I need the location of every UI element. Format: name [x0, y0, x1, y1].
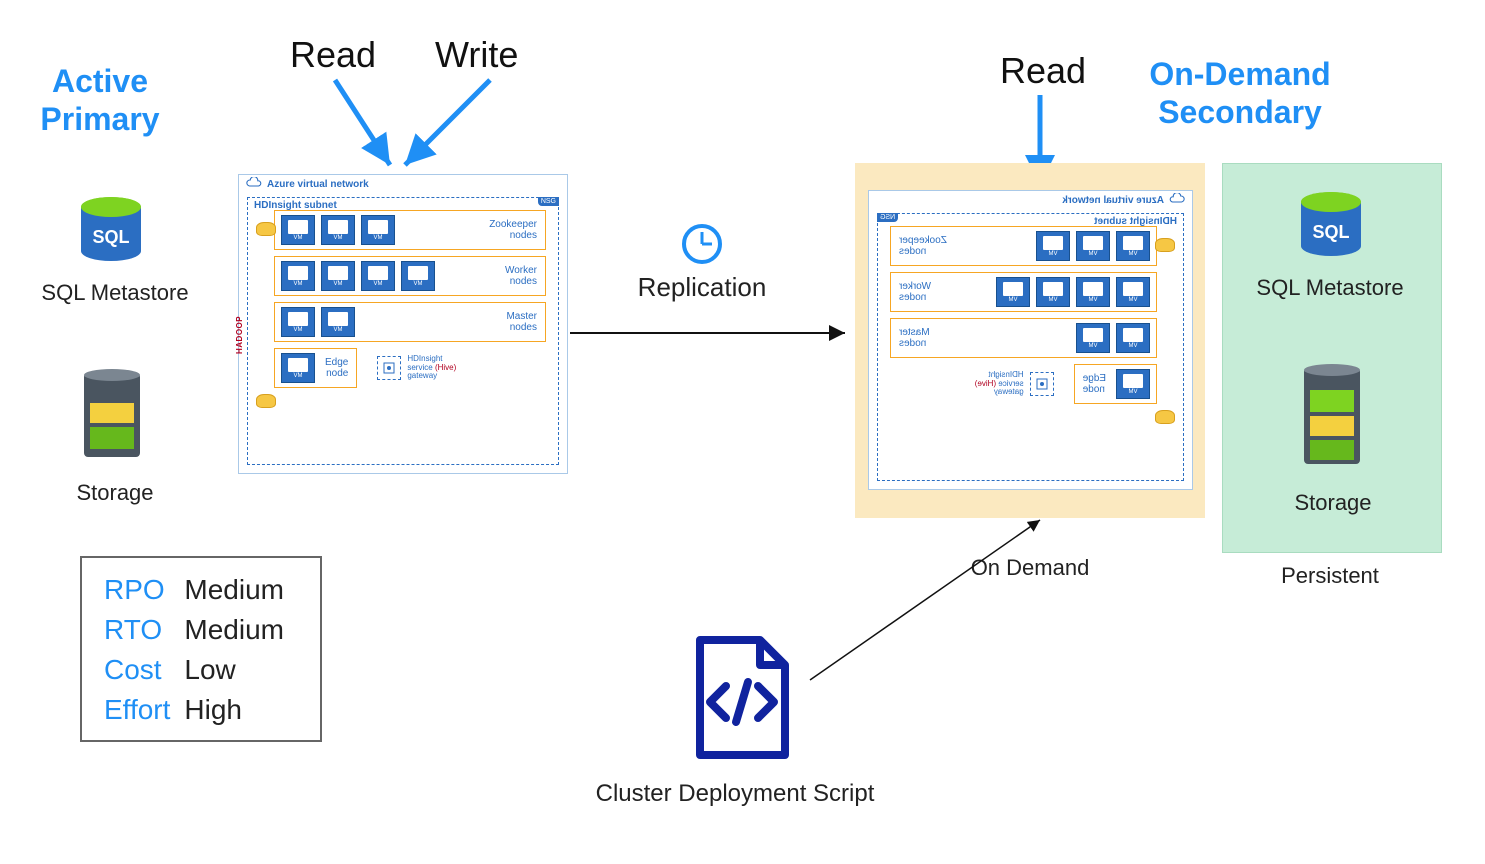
- storage-icon-right: [1298, 360, 1366, 475]
- master-row: VM VM Masternodes: [274, 302, 546, 342]
- cloud-icon: [245, 177, 263, 189]
- caption-storage-left: Storage: [70, 480, 160, 506]
- metrics-table: RPOMedium RTOMedium CostLow EffortHigh: [104, 570, 298, 730]
- hadoop-elephant-icon: [256, 394, 276, 408]
- metrics-box: RPOMedium RTOMedium CostLow EffortHigh: [80, 556, 322, 742]
- caption-storage-right: Storage: [1288, 490, 1378, 516]
- metric-key-cost: Cost: [104, 650, 184, 690]
- caption-cluster-script: Cluster Deployment Script: [575, 780, 895, 808]
- master-row: VM VM Masternodes: [890, 318, 1157, 358]
- sql-text: SQL: [92, 227, 129, 247]
- subnet-box: HDInsight subnet NSG VM VM VM Zookeepern…: [877, 213, 1184, 481]
- hadoop-elephant-icon: [1155, 410, 1175, 424]
- nsg-badge: NSG: [877, 213, 898, 222]
- caption-sql-right: SQL Metastore: [1255, 275, 1405, 301]
- metric-val-cost: Low: [184, 650, 298, 690]
- storage-icon-left: [78, 365, 146, 470]
- hadoop-label: HADOOP: [235, 316, 244, 354]
- arrow-replication: [565, 318, 855, 348]
- hadoop-elephant-icon: [256, 222, 276, 236]
- gateway: HDInsight service (Hive) gateway: [377, 355, 456, 381]
- worker-row: VM VM VM VM Workernodes: [890, 272, 1157, 312]
- subnet-label: HDInsight subnet: [1094, 216, 1177, 227]
- sql-database-icon-right: SQL: [1295, 190, 1367, 273]
- metric-key-effort: Effort: [104, 690, 184, 730]
- title-active-primary: ActivePrimary: [30, 62, 170, 139]
- edge-group: VM Edgenode: [274, 348, 357, 388]
- metric-val-rto: Medium: [184, 610, 298, 650]
- cloud-icon: [1168, 193, 1186, 205]
- metric-key-rto: RTO: [104, 610, 184, 650]
- svg-text:SQL: SQL: [1312, 222, 1349, 242]
- metric-val-effort: High: [184, 690, 298, 730]
- gateway: HDInsight service (Hive) gateway: [975, 371, 1054, 397]
- zookeeper-row: VM VM VM Zookeepernodes: [274, 210, 546, 250]
- clock-icon: [680, 222, 724, 266]
- vnet-label: Azure virtual network: [1062, 195, 1164, 206]
- vnet-label: Azure virtual network: [267, 179, 369, 190]
- arrow-script-to-cluster: [800, 500, 1060, 700]
- label-read-right: Read: [1000, 50, 1086, 92]
- arrow-write-left: [395, 70, 515, 180]
- hadoop-elephant-icon: [1155, 238, 1175, 252]
- subnet-box: HDInsight subnet NSG HADOOP VM VM VM Zoo…: [247, 197, 559, 465]
- metric-key-rpo: RPO: [104, 570, 184, 610]
- cluster-secondary: Azure virtual network HDInsight subnet N…: [868, 190, 1193, 490]
- gateway-icon: [1030, 372, 1054, 396]
- caption-replication: Replication: [632, 272, 772, 303]
- code-file-icon: [680, 630, 800, 775]
- edge-group: VM Edgenode: [1074, 364, 1157, 404]
- nsg-badge: NSG: [538, 197, 559, 206]
- caption-sql-left: SQL Metastore: [40, 280, 190, 306]
- gateway-icon: [377, 356, 401, 380]
- worker-row: VM VM VM VM Workernodes: [274, 256, 546, 296]
- cluster-primary: Azure virtual network HDInsight subnet N…: [238, 174, 568, 474]
- sql-database-icon-left: SQL: [75, 195, 147, 278]
- subnet-label: HDInsight subnet: [254, 200, 337, 211]
- metric-val-rpo: Medium: [184, 570, 298, 610]
- zookeeper-row: VM VM VM Zookeepernodes: [890, 226, 1157, 266]
- title-ondemand-secondary: On-DemandSecondary: [1125, 55, 1355, 132]
- caption-persistent: Persistent: [1260, 563, 1400, 589]
